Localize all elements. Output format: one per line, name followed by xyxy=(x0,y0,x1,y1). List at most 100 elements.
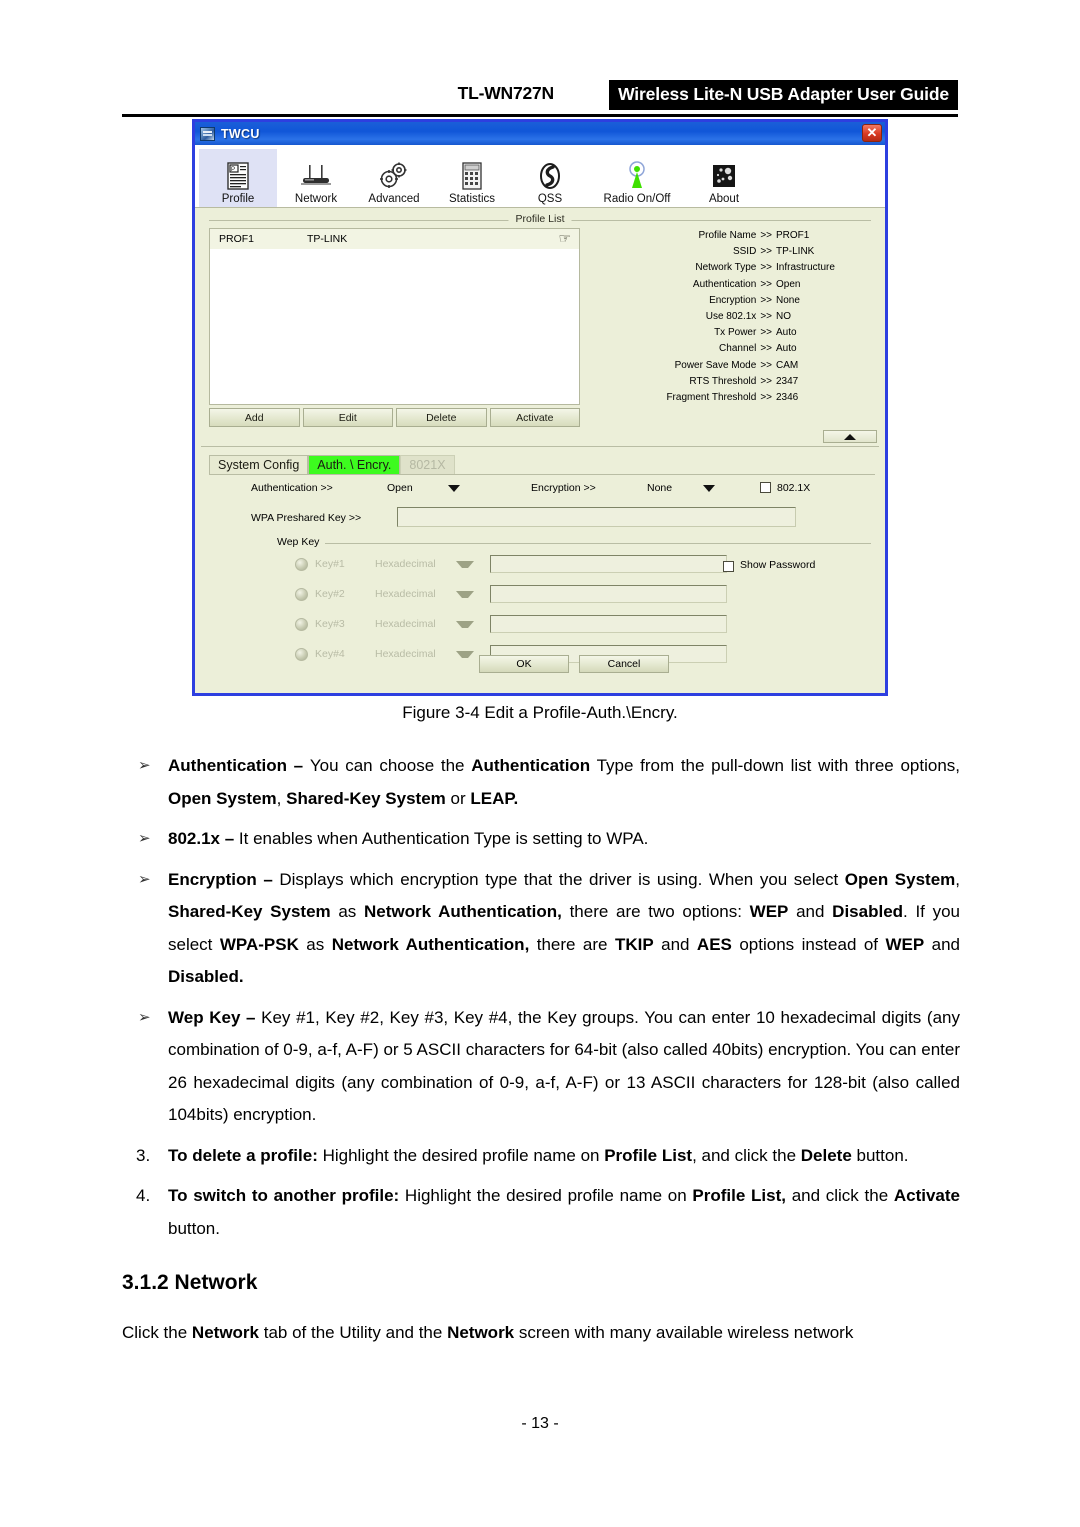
detail-row: Channel >> Auto xyxy=(593,341,871,357)
key2-radio[interactable] xyxy=(295,588,308,601)
toolbar-item-profile[interactable]: P Profile xyxy=(199,149,277,207)
detail-value: Auto xyxy=(776,343,797,355)
detail-key: Encryption xyxy=(709,294,757,306)
profile-list-buttons: Add Edit Delete Activate xyxy=(209,408,580,427)
tab-system-config[interactable]: System Config xyxy=(209,455,309,474)
bold-run: Network Authentication, xyxy=(331,934,530,954)
detail-row: Use 802.1x >> NO xyxy=(593,309,871,325)
chevron-down-icon[interactable] xyxy=(448,485,460,492)
bold-run: TKIP xyxy=(614,934,654,954)
header-model: TL-WN727N xyxy=(457,83,555,103)
key4-radio[interactable] xyxy=(295,648,308,661)
key3-label: Key#3 xyxy=(315,618,345,630)
document-body: ➢ Authentication – You can choose the Au… xyxy=(122,750,960,1350)
key2-input[interactable] xyxy=(490,585,727,603)
bold-run: Network xyxy=(447,1323,515,1342)
delete-button[interactable]: Delete xyxy=(396,408,487,427)
chevron-down-icon[interactable] xyxy=(703,485,715,492)
toolbar-item-statistics[interactable]: Statistics xyxy=(433,149,511,207)
profile-list[interactable]: PROF1 TP-LINK ☞ xyxy=(209,228,580,405)
key1-radio[interactable] xyxy=(295,558,308,571)
key3-format-value[interactable]: Hexadecimal xyxy=(375,618,436,630)
list-text: and click the xyxy=(785,1186,894,1205)
bullet-wep-key: ➢ Wep Key – Key #1, Key #2, Key #3, Key … xyxy=(122,1002,960,1132)
bullet-text: Key #1, Key #2, Key #3, Key #4, the Key … xyxy=(168,1007,960,1125)
encryption-select-value[interactable]: None xyxy=(647,482,672,494)
list-text: button. xyxy=(851,1145,909,1165)
ok-button[interactable]: OK xyxy=(479,655,569,673)
key3-input[interactable] xyxy=(490,615,727,633)
collapse-button[interactable] xyxy=(823,430,877,443)
numbered-item-3: 3. To delete a profile: Highlight the de… xyxy=(122,1140,960,1173)
bold-run: Network Authentication, xyxy=(364,902,562,921)
key2-label: Key#2 xyxy=(315,588,345,600)
detail-key: Authentication xyxy=(692,278,757,290)
toolbar-item-advanced[interactable]: Advanced xyxy=(355,149,433,207)
toolbar-item-radio-on-off[interactable]: Radio On/Off xyxy=(589,149,685,207)
detail-key: Tx Power xyxy=(714,327,757,339)
bold-run: WPA-PSK xyxy=(219,934,299,954)
cancel-button[interactable]: Cancel xyxy=(579,655,669,673)
detail-value: TP-LINK xyxy=(776,246,815,258)
bold-run: Open System xyxy=(844,869,956,889)
chevron-down-icon[interactable] xyxy=(456,561,474,568)
key1-format-value[interactable]: Hexadecimal xyxy=(375,558,436,570)
header-title-band: Wireless Lite-N USB Adapter User Guide xyxy=(609,80,958,110)
wpa-preshared-key-label: WPA Preshared Key >> xyxy=(251,512,362,524)
bold-run: WEP xyxy=(749,902,789,921)
edit-button[interactable]: Edit xyxy=(302,408,393,427)
dot1x-checkbox[interactable] xyxy=(760,482,771,493)
close-icon[interactable]: ✕ xyxy=(862,124,882,142)
window-title: TWCU xyxy=(221,126,260,141)
toolbar-label: Statistics xyxy=(448,193,495,205)
tab-auth-encry[interactable]: Auth. \ Encry. xyxy=(308,455,401,474)
para-text: screen with many available wireless netw… xyxy=(514,1323,854,1342)
detail-sep: >> xyxy=(760,294,772,306)
bold-run: Disabled. xyxy=(168,967,244,986)
detail-value: NO xyxy=(776,311,791,323)
section-divider xyxy=(201,446,879,447)
bold-run: Activate xyxy=(893,1186,960,1205)
detail-value: CAM xyxy=(776,359,799,371)
key4-format-value[interactable]: Hexadecimal xyxy=(375,648,436,660)
show-password-checkbox[interactable] xyxy=(723,561,734,572)
bullet-authentication: ➢ Authentication – You can choose the Au… xyxy=(122,750,960,815)
key3-radio[interactable] xyxy=(295,618,308,631)
profile-list-group-header: Profile List xyxy=(209,213,871,226)
wpa-preshared-key-input[interactable] xyxy=(397,507,796,527)
dialog-buttons: OK Cancel xyxy=(479,655,669,673)
bullet-text: Type from the pull-down list with three … xyxy=(590,756,960,775)
tab-8021x[interactable]: 8021X xyxy=(400,455,455,474)
panel-body: Profile List PROF1 TP-LINK ☞ Add Edit De… xyxy=(195,208,885,693)
toolbar-item-network[interactable]: Network xyxy=(277,149,355,207)
chevron-down-icon[interactable] xyxy=(456,591,474,598)
detail-sep: >> xyxy=(760,311,772,323)
detail-sep: >> xyxy=(760,262,772,274)
detail-row: Profile Name >> PROF1 xyxy=(593,228,871,244)
key1-input[interactable] xyxy=(490,555,727,573)
bold-run: WEP xyxy=(885,934,925,954)
toolbar-item-qss[interactable]: QSS xyxy=(511,149,589,207)
chevron-down-icon[interactable] xyxy=(456,651,474,658)
toolbar-item-about[interactable]: About xyxy=(685,149,763,207)
authentication-select-value[interactable]: Open xyxy=(387,482,413,494)
hand-pointer-icon: ☞ xyxy=(558,230,571,246)
detail-row: Network Type >> Infrastructure xyxy=(593,260,871,276)
bold-run: Delete xyxy=(800,1145,852,1165)
detail-sep: >> xyxy=(760,343,772,355)
list-text: Highlight the desired profile name on xyxy=(399,1186,693,1205)
chevron-down-icon[interactable] xyxy=(456,621,474,628)
main-toolbar: P Profile Network Advanced Statistics QS… xyxy=(195,145,885,208)
section-heading: 3.1.2 Network xyxy=(122,1271,258,1294)
add-button[interactable]: Add xyxy=(209,408,300,427)
qss-icon xyxy=(537,159,563,191)
list-term: To switch to another profile: xyxy=(168,1186,400,1205)
activate-button[interactable]: Activate xyxy=(489,408,580,427)
key2-format-value[interactable]: Hexadecimal xyxy=(375,588,436,600)
bullet-marker: ➢ xyxy=(138,870,151,888)
table-row[interactable]: PROF1 TP-LINK ☞ xyxy=(210,229,579,249)
bullet-text: as xyxy=(330,902,365,921)
key4-label: Key#4 xyxy=(315,648,345,660)
bullet-text: or xyxy=(445,788,471,808)
page-number: - 13 - xyxy=(521,1415,559,1432)
